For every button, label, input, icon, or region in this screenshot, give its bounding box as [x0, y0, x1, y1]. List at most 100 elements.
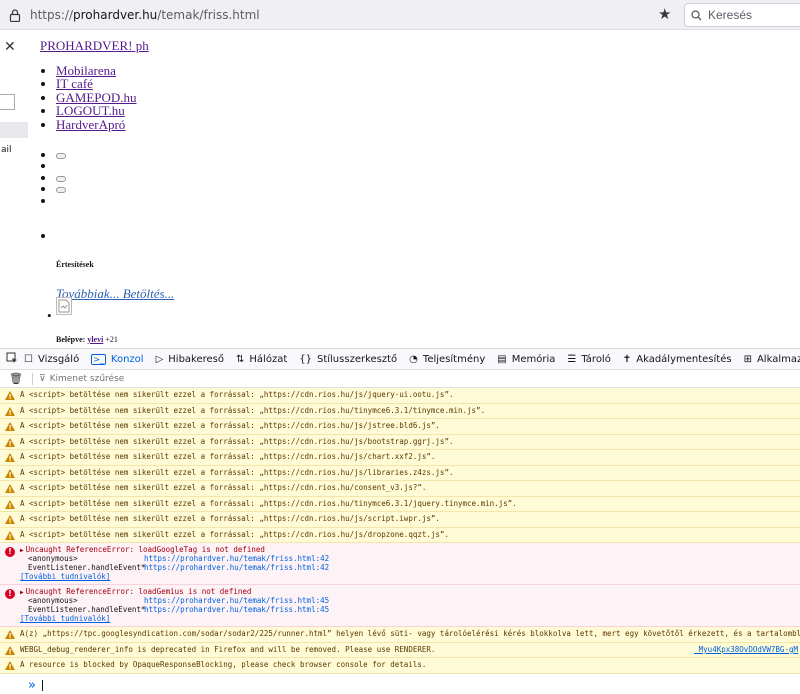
- console-warning[interactable]: A <script> betöltése nem sikerült ezzel …: [0, 512, 800, 528]
- url-path: /temak/friss.html: [157, 8, 260, 22]
- warning-icon: [5, 645, 15, 657]
- console-warning[interactable]: A <script> betöltése nem sikerült ezzel …: [0, 419, 800, 435]
- stack-location-link[interactable]: https://prohardver.hu/temak/friss.html:4…: [144, 554, 329, 563]
- network-icon: ⇅: [236, 353, 245, 365]
- message-text: A <script> betöltése nem sikerült ezzel …: [20, 390, 454, 400]
- menu-link-hardverapro[interactable]: HardverApró: [56, 117, 125, 132]
- console-warning[interactable]: A resource is blocked by OpaqueResponseB…: [0, 658, 800, 674]
- console-warning[interactable]: A <script> betöltése nem sikerült ezzel …: [0, 403, 800, 419]
- console-warning[interactable]: A(z) „https://tpc.googlesyndication.com/…: [0, 627, 800, 643]
- stack-location-link[interactable]: https://prohardver.hu/temak/friss.html:4…: [144, 596, 329, 605]
- tab-style-editor[interactable]: {} Stílusszerkesztő: [293, 348, 403, 370]
- inspector-icon: ☐: [24, 353, 33, 365]
- notifications-heading: Értesítések: [56, 260, 94, 269]
- broken-image-icon: [56, 297, 72, 315]
- console-warning[interactable]: A <script> betöltése nem sikerült ezzel …: [0, 450, 800, 466]
- tab-debugger[interactable]: ▷ Hibakereső: [150, 348, 230, 370]
- filter-input[interactable]: Kimenet szűrése: [50, 374, 125, 384]
- list-item: [56, 195, 800, 206]
- warning-icon: [5, 406, 15, 418]
- expand-triangle-icon[interactable]: ▶: [20, 547, 24, 554]
- console-warning[interactable]: WEBGL_debug_renderer_info is deprecated …: [0, 642, 800, 658]
- page-content: PROHARDVER! ph Mobilarena IT café GAMEPO…: [40, 38, 800, 344]
- warning-icon: [5, 484, 15, 495]
- tab-performance[interactable]: ◔ Teljesítmény: [403, 348, 491, 370]
- login-suffix: +21: [105, 335, 118, 344]
- expand-triangle-icon[interactable]: ▶: [20, 589, 24, 596]
- url-bar: https://prohardver.hu/temak/friss.html ★…: [0, 0, 800, 30]
- message-text: A <script> betöltése nem sikerült ezzel …: [20, 483, 427, 493]
- address-field[interactable]: https://prohardver.hu/temak/friss.html: [4, 3, 680, 27]
- console-warning[interactable]: A <script> betöltése nem sikerült ezzel …: [0, 388, 800, 404]
- console-warning[interactable]: A <script> betöltése nem sikerült ezzel …: [0, 527, 800, 543]
- stack-function: <anonymous>: [28, 596, 78, 605]
- tab-label: Tároló: [581, 353, 611, 365]
- tab-storage[interactable]: ☰ Tároló: [561, 348, 616, 370]
- console-error[interactable]: ! ▶ Uncaught ReferenceError: loadGemius i…: [0, 585, 800, 627]
- sidebar-panel: ✕ ail: [0, 30, 28, 348]
- clear-console-icon[interactable]: 🗑: [0, 372, 32, 385]
- close-icon[interactable]: ✕: [4, 38, 16, 55]
- warning-icon: [5, 437, 15, 449]
- tab-console[interactable]: >_ Konzol: [85, 348, 149, 370]
- menu-item: LOGOUT.hu: [56, 104, 800, 117]
- stack-function: EventListener.handleEvent*: [28, 563, 146, 572]
- error-icon: !: [5, 547, 15, 557]
- tab-label: Teljesítmény: [422, 353, 486, 365]
- learn-more-link[interactable]: [További tudnivalók]: [20, 614, 110, 623]
- message-text: A <script> betöltése nem sikerült ezzel …: [20, 452, 436, 462]
- login-status: Belépve: ylevi +21: [56, 335, 118, 344]
- message-text: A <script> betöltése nem sikerült ezzel …: [20, 467, 454, 477]
- brand-link[interactable]: PROHARDVER! ph: [40, 38, 149, 53]
- search-placeholder: Keresés: [708, 8, 753, 22]
- console-warning[interactable]: A <script> betöltése nem sikerült ezzel …: [0, 465, 800, 481]
- filter-icon: ⊽: [39, 373, 46, 384]
- tab-accessibility[interactable]: ✝ Akadálymentesítés: [617, 348, 738, 370]
- warning-icon: [5, 468, 15, 480]
- message-text: A <script> betöltése nem sikerült ezzel …: [20, 436, 454, 446]
- sidebar-field[interactable]: [0, 94, 15, 110]
- lock-icon[interactable]: [6, 6, 24, 24]
- search-icon: [691, 9, 702, 20]
- more-link[interactable]: Továbbiak... Betöltés...: [56, 286, 174, 301]
- tab-inspector[interactable]: ☐ Vizsgáló: [18, 348, 85, 370]
- element-picker-icon[interactable]: [0, 352, 18, 367]
- accessibility-icon: ✝: [622, 353, 632, 365]
- message-text: A <script> betöltése nem sikerült ezzel …: [20, 421, 440, 431]
- learn-more-link[interactable]: [További tudnivalók]: [20, 572, 110, 581]
- console-warning[interactable]: A <script> betöltése nem sikerült ezzel …: [0, 496, 800, 512]
- message-text: A(z) „https://tpc.googlesyndication.com/…: [20, 629, 800, 639]
- stack-location-link[interactable]: https://prohardver.hu/temak/friss.html:4…: [144, 563, 329, 572]
- tab-label: Memória: [511, 353, 556, 365]
- console-warning[interactable]: A <script> betöltése nem sikerült ezzel …: [0, 434, 800, 450]
- tab-memory[interactable]: ▤ Memória: [491, 348, 561, 370]
- console-input[interactable]: »: [0, 676, 800, 694]
- console-icon: >_: [91, 353, 106, 365]
- notify-list: [40, 228, 59, 244]
- console-error[interactable]: ! ▶ Uncaught ReferenceError: loadGoogleTa…: [0, 543, 800, 585]
- warning-icon: [5, 630, 15, 641]
- text-caret: [41, 679, 43, 691]
- warning-icon: [5, 391, 15, 402]
- more-notifications: Továbbiak... Betöltés...: [56, 286, 174, 302]
- warning-icon: [5, 661, 15, 672]
- url-prefix: https://: [30, 8, 74, 22]
- bookmark-star-icon[interactable]: ★: [658, 5, 671, 23]
- tab-application[interactable]: ⊞ Alkalmazás: [738, 348, 800, 370]
- bullet: •: [47, 308, 52, 323]
- url-text: https://prohardver.hu/temak/friss.html: [30, 8, 260, 22]
- source-link[interactable]: _Myu4Kpx38OvDOdVW7BG-gM: [694, 645, 798, 655]
- debugger-icon: ▷: [155, 353, 164, 365]
- sidebar-selected-item[interactable]: [0, 122, 28, 138]
- stack-location-link[interactable]: https://prohardver.hu/temak/friss.html:4…: [144, 605, 329, 614]
- memory-icon: ▤: [497, 353, 507, 365]
- console-warning[interactable]: A <script> betöltése nem sikerült ezzel …: [0, 481, 800, 497]
- search-input[interactable]: Keresés: [684, 3, 800, 27]
- warning-icon: [5, 515, 15, 526]
- unstyled-button[interactable]: [56, 175, 66, 182]
- username-link[interactable]: ylevi: [87, 335, 103, 344]
- tab-network[interactable]: ⇅ Hálózat: [230, 348, 293, 370]
- performance-icon: ◔: [409, 353, 418, 365]
- message-text: A <script> betöltése nem sikerült ezzel …: [20, 529, 449, 539]
- warning-icon: [5, 530, 15, 542]
